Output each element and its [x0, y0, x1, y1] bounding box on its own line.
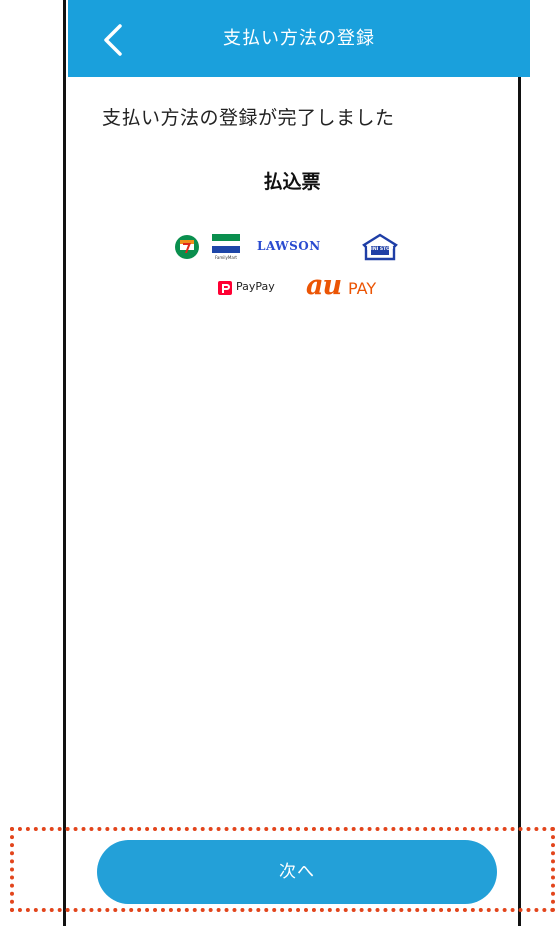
store-logos-row-1: FamilyMart LAWSON MINI STOP — [174, 232, 434, 262]
paypay-icon — [218, 281, 232, 295]
page-title: 支払い方法の登録 — [223, 28, 375, 49]
seven-eleven-logo — [175, 235, 199, 259]
app-header: 支払い方法の登録 — [68, 0, 530, 77]
familymart-logo-text: FamilyMart — [215, 255, 237, 260]
completion-message: 支払い方法の登録が完了しました — [102, 107, 395, 129]
next-button[interactable]: 次へ — [97, 840, 497, 904]
familymart-logo: FamilyMart — [212, 234, 240, 260]
lawson-logo: LAWSON — [257, 239, 321, 253]
ministop-logo: MINI STOP — [362, 233, 398, 261]
phone-screen: 支払い方法の登録 支払い方法の登録が完了しました 払込票 FamilyMart … — [63, 0, 530, 926]
paypay-logo: PayPay — [236, 280, 275, 293]
ministop-logo-text: MINI STOP — [367, 246, 394, 252]
au-pay-logo: PAY — [348, 279, 377, 298]
payment-method-name: 払込票 — [263, 171, 321, 193]
payment-logos-row-2: PayPay au PAY — [218, 270, 418, 302]
au-logo: au — [306, 270, 342, 301]
